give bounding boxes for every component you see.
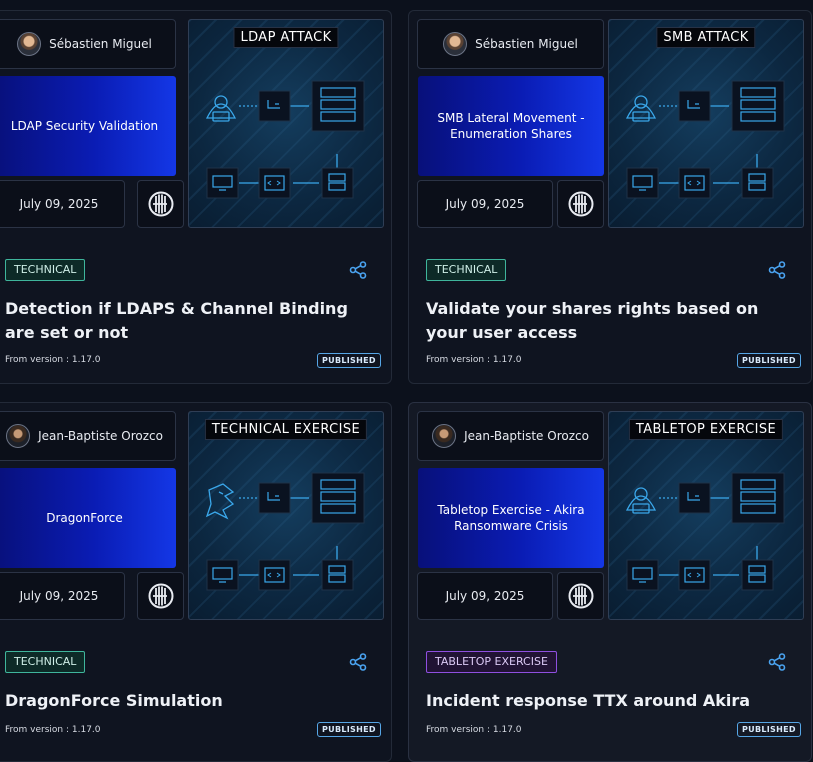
author-name: Sébastien Miguel (475, 37, 578, 51)
author-chip[interactable]: Jean-Baptiste Orozco (417, 411, 604, 461)
scenario-visual: LDAP ATTACK (188, 19, 384, 228)
scenario-date: July 09, 2025 (417, 180, 553, 228)
author-chip[interactable]: Sébastien Miguel (417, 19, 604, 69)
code-icon (678, 559, 711, 591)
category-badge: TECHNICAL (5, 651, 86, 673)
scenario-visual: TABLETOP EXERCISE (608, 411, 804, 620)
monitor-icon (206, 559, 239, 591)
avatar (443, 32, 468, 56)
share-icon[interactable] (768, 653, 786, 671)
scenario-card[interactable]: Jean-Baptiste Orozco Tabletop Exercise -… (408, 402, 812, 762)
author-chip[interactable]: Sébastien Miguel (0, 19, 176, 69)
avatar (432, 424, 457, 448)
version-text: From version : 1.17.0 (5, 355, 101, 365)
server-icon (311, 80, 365, 132)
monitor-icon (206, 167, 239, 199)
hacker-icon (625, 95, 657, 122)
platform-logo (137, 572, 184, 620)
code-icon (258, 167, 291, 199)
hacker-icon (205, 95, 237, 122)
author-name: Sébastien Miguel (49, 37, 152, 51)
scenario-title-box: Tabletop Exercise - Akira Ransomware Cri… (418, 468, 604, 568)
network-icon (678, 482, 711, 514)
monitor-icon (626, 559, 659, 591)
author-name: Jean-Baptiste Orozco (464, 429, 589, 443)
attack-flow-diagram (625, 80, 785, 199)
status-badge: PUBLISHED (317, 353, 381, 368)
platform-logo (557, 180, 604, 228)
platform-logo (137, 180, 184, 228)
server-icon (741, 167, 774, 199)
scenario-date: July 09, 2025 (417, 572, 553, 620)
code-icon (258, 559, 291, 591)
server-icon (731, 80, 785, 132)
scenario-title-box: SMB Lateral Movement - Enumeration Share… (418, 76, 604, 176)
attack-flow-diagram (205, 80, 365, 199)
scenario-title-box: LDAP Security Validation (0, 76, 176, 176)
author-name: Jean-Baptiste Orozco (38, 429, 163, 443)
category-badge: TECHNICAL (426, 259, 507, 281)
scenario-title-box: DragonForce (0, 468, 176, 568)
category-badge: TABLETOP EXERCISE (426, 651, 557, 673)
platform-logo-icon (568, 583, 593, 609)
server-icon (741, 559, 774, 591)
scenario-visual: TECHNICAL EXERCISE (188, 411, 384, 620)
scenario-card[interactable]: Sébastien Miguel LDAP Security Validatio… (0, 10, 392, 384)
platform-logo (557, 572, 604, 620)
card-title[interactable]: Detection if LDAPS & Channel Binding are… (5, 297, 380, 345)
status-badge: PUBLISHED (737, 722, 801, 737)
scenario-visual: SMB ATTACK (608, 19, 804, 228)
share-icon[interactable] (349, 261, 367, 279)
status-badge: PUBLISHED (317, 722, 381, 737)
version-text: From version : 1.17.0 (426, 355, 522, 365)
platform-logo-icon (568, 191, 593, 217)
scenario-date: July 09, 2025 (0, 180, 125, 228)
hacker-icon (625, 487, 657, 514)
network-icon (258, 90, 291, 122)
platform-logo-icon (148, 583, 173, 609)
server-icon (321, 559, 354, 591)
category-badge: TECHNICAL (5, 259, 86, 281)
avatar (6, 424, 31, 448)
attack-flow-diagram (625, 472, 785, 591)
avatar (17, 32, 42, 56)
card-title[interactable]: Incident response TTX around Akira (426, 689, 801, 713)
scenario-card[interactable]: Sébastien Miguel SMB Lateral Movement - … (408, 10, 812, 384)
server-icon (311, 472, 365, 524)
share-icon[interactable] (768, 261, 786, 279)
code-icon (678, 167, 711, 199)
server-icon (731, 472, 785, 524)
share-icon[interactable] (349, 653, 367, 671)
scenario-date: July 09, 2025 (0, 572, 125, 620)
version-text: From version : 1.17.0 (426, 725, 522, 735)
status-badge: PUBLISHED (737, 353, 801, 368)
version-text: From version : 1.17.0 (5, 725, 101, 735)
monitor-icon (626, 167, 659, 199)
platform-logo-icon (148, 191, 173, 217)
attack-flow-diagram (205, 472, 365, 591)
network-icon (258, 482, 291, 514)
server-icon (321, 167, 354, 199)
card-title[interactable]: DragonForce Simulation (5, 689, 380, 713)
dragon-icon (205, 483, 235, 520)
author-chip[interactable]: Jean-Baptiste Orozco (0, 411, 176, 461)
network-icon (678, 90, 711, 122)
scenario-card[interactable]: Jean-Baptiste Orozco DragonForce July 09… (0, 402, 392, 762)
card-title[interactable]: Validate your shares rights based on you… (426, 297, 801, 345)
